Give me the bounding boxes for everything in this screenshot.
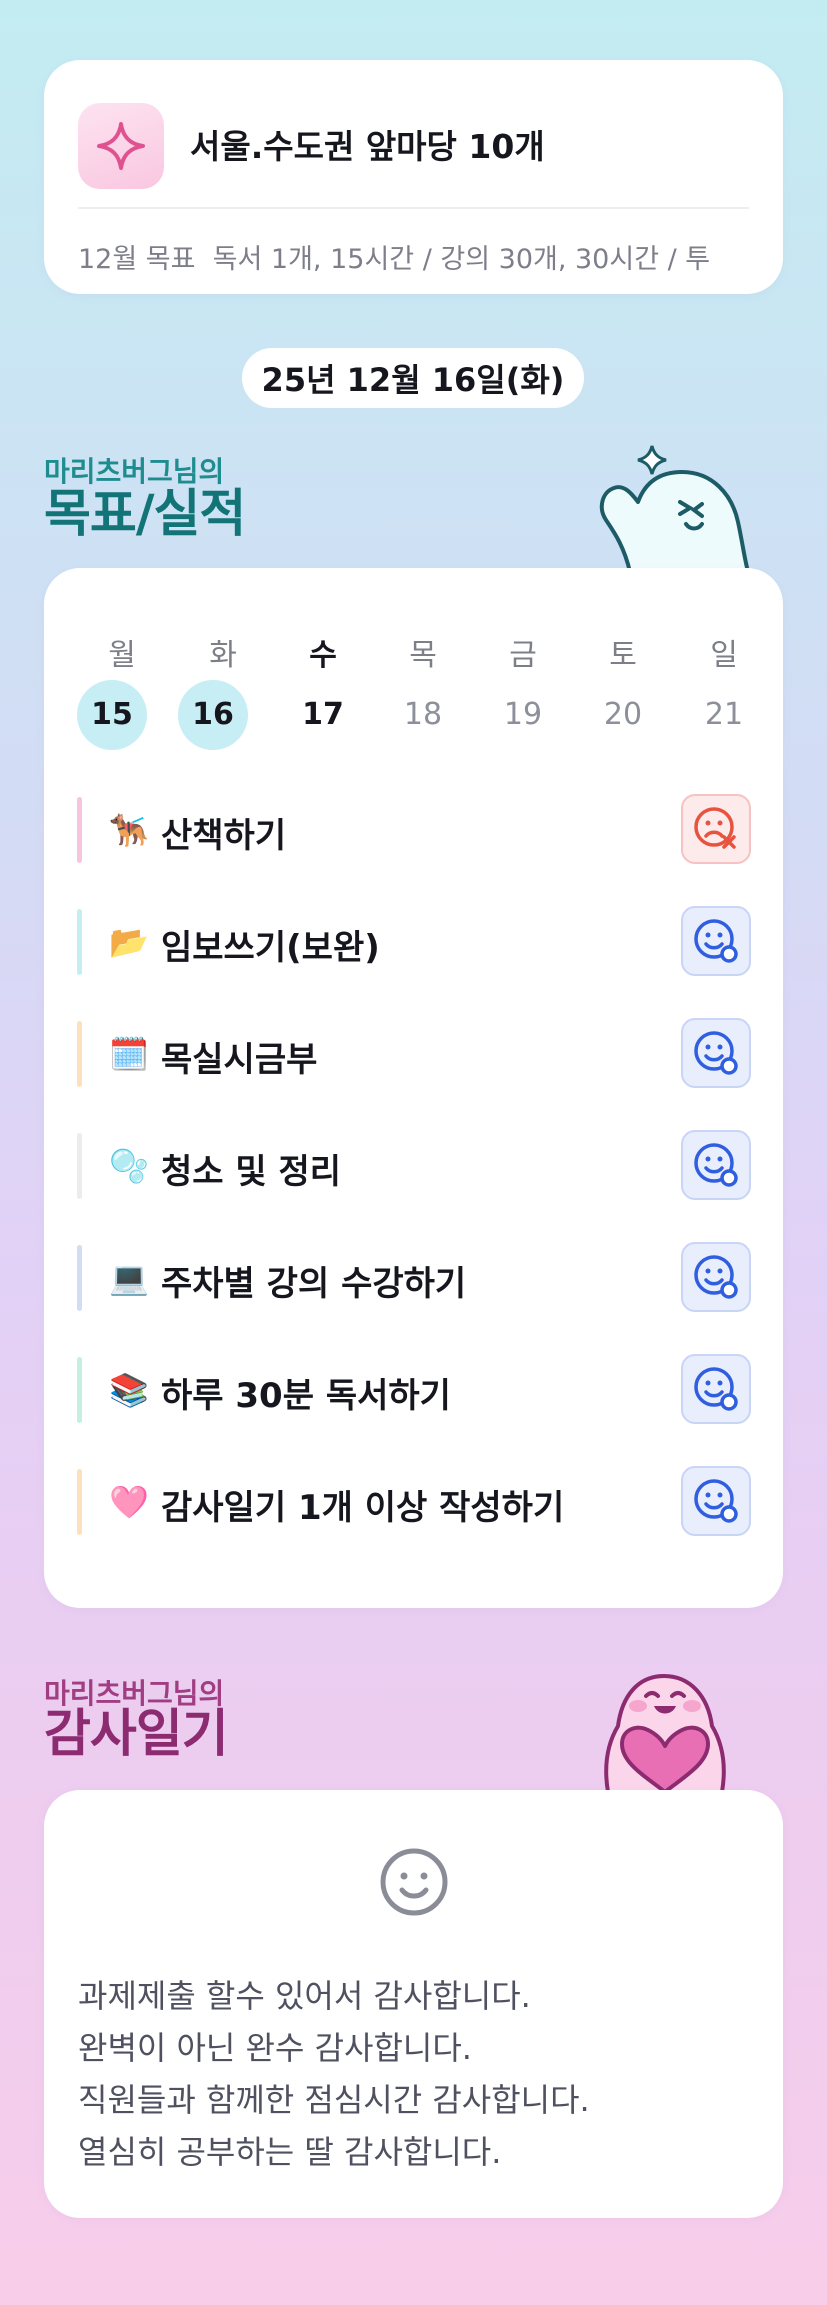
task-emoji-icon: 🐕‍🦺 (109, 811, 149, 849)
task-emoji-icon: 🫧 (109, 1147, 149, 1185)
weekday-label: 월 (108, 638, 136, 673)
task-failed-status-icon[interactable] (681, 794, 751, 864)
task-label: 하루 30분 독서하기 (161, 1376, 451, 1416)
task-pending-status-icon[interactable] (681, 1130, 751, 1200)
weekday-label: 토 (609, 638, 637, 673)
calendar-day-15[interactable]: 15 (77, 680, 147, 750)
task-emoji-icon: 📂 (109, 923, 149, 961)
task-emoji-icon: 💻 (109, 1259, 149, 1297)
sparkle-icon (78, 103, 164, 189)
task-color-bar (77, 1469, 82, 1535)
task-label: 감사일기 1개 이상 작성하기 (161, 1488, 565, 1528)
task-emoji-icon: 🗓️ (109, 1035, 149, 1073)
gratitude-line: 완벽이 아닌 완수 감사합니다. (78, 2029, 472, 2067)
task-pending-status-icon[interactable] (681, 1242, 751, 1312)
task-row[interactable]: 📂 임보쓰기(보완) (77, 906, 751, 978)
gratitude-entries: 과제제출 할수 있어서 감사합니다. 완벽이 아닌 완수 감사합니다. 직원들과… (78, 1970, 590, 2178)
calendar-day-18[interactable]: 18 (388, 680, 458, 750)
ghost-mascot-icon (599, 445, 750, 572)
task-row[interactable]: 🗓️ 목실시금부 (77, 1018, 751, 1090)
task-color-bar (77, 1245, 82, 1311)
calendar-day-20[interactable]: 20 (588, 680, 658, 750)
task-pending-status-icon[interactable] (681, 1018, 751, 1088)
task-emoji-icon: 🩷 (109, 1483, 149, 1521)
task-pending-status-icon[interactable] (681, 906, 751, 976)
task-pending-status-icon[interactable] (681, 1354, 751, 1424)
calendar-day-21[interactable]: 21 (689, 680, 759, 750)
goal-card[interactable]: 서울.수도권 앞마당 10개 12월 목표 독서 1개, 15시간 / 강의 3… (44, 60, 783, 294)
weekday-label: 금 (509, 638, 537, 673)
calendar-day-17[interactable]: 17 (288, 680, 358, 750)
goals-section-title: 목표/실적 (44, 485, 246, 544)
gratitude-line: 열심히 공부하는 딸 감사합니다. (78, 2133, 502, 2171)
smile-face-icon (380, 1848, 448, 1916)
calendar-day-16[interactable]: 16 (178, 680, 248, 750)
gratitude-card[interactable]: 과제제출 할수 있어서 감사합니다. 완벽이 아닌 완수 감사합니다. 직원들과… (44, 1790, 783, 2218)
task-color-bar (77, 1021, 82, 1087)
task-color-bar (77, 1357, 82, 1423)
weekday-label: 목 (409, 638, 437, 673)
goals-card: 월 화 수 목 금 토 일 15 16 17 18 19 20 21 🐕‍🦺 산책… (44, 568, 783, 1608)
monthly-goal-text: 독서 1개, 15시간 / 강의 30개, 30시간 / 투 (212, 244, 711, 275)
gratitude-line: 직원들과 함께한 점심시간 감사합니다. (78, 2081, 590, 2119)
task-pending-status-icon[interactable] (681, 1466, 751, 1536)
goal-divider (78, 207, 749, 209)
gratitude-section-title: 감사일기 (44, 1705, 229, 1764)
weekday-label: 화 (209, 638, 237, 673)
task-label: 청소 및 정리 (161, 1152, 342, 1192)
task-row[interactable]: 💻 주차별 강의 수강하기 (77, 1242, 751, 1314)
task-row[interactable]: 🐕‍🦺 산책하기 (77, 794, 751, 866)
current-date: 25년 12월 16일(화) (242, 348, 584, 408)
monthly-goal: 12월 목표 독서 1개, 15시간 / 강의 30개, 30시간 / 투 (78, 237, 749, 276)
task-row[interactable]: 🩷 감사일기 1개 이상 작성하기 (77, 1466, 751, 1538)
task-label: 산책하기 (161, 816, 287, 856)
task-label: 목실시금부 (161, 1040, 318, 1080)
heart-mascot-icon (604, 1674, 726, 1792)
task-row[interactable]: 📚 하루 30분 독서하기 (77, 1354, 751, 1426)
task-color-bar (77, 909, 82, 975)
task-row[interactable]: 🫧 청소 및 정리 (77, 1130, 751, 1202)
task-color-bar (77, 1133, 82, 1199)
task-emoji-icon: 📚 (109, 1371, 149, 1409)
task-color-bar (77, 797, 82, 863)
weekday-label: 일 (710, 638, 738, 673)
monthly-goal-label: 12월 목표 (78, 244, 196, 275)
task-label: 임보쓰기(보완) (161, 928, 380, 968)
task-label: 주차별 강의 수강하기 (161, 1264, 467, 1304)
calendar-day-19[interactable]: 19 (488, 680, 558, 750)
goal-title: 서울.수도권 앞마당 10개 (190, 127, 545, 166)
gratitude-line: 과제제출 할수 있어서 감사합니다. (78, 1977, 531, 2015)
weekday-label: 수 (309, 638, 337, 673)
